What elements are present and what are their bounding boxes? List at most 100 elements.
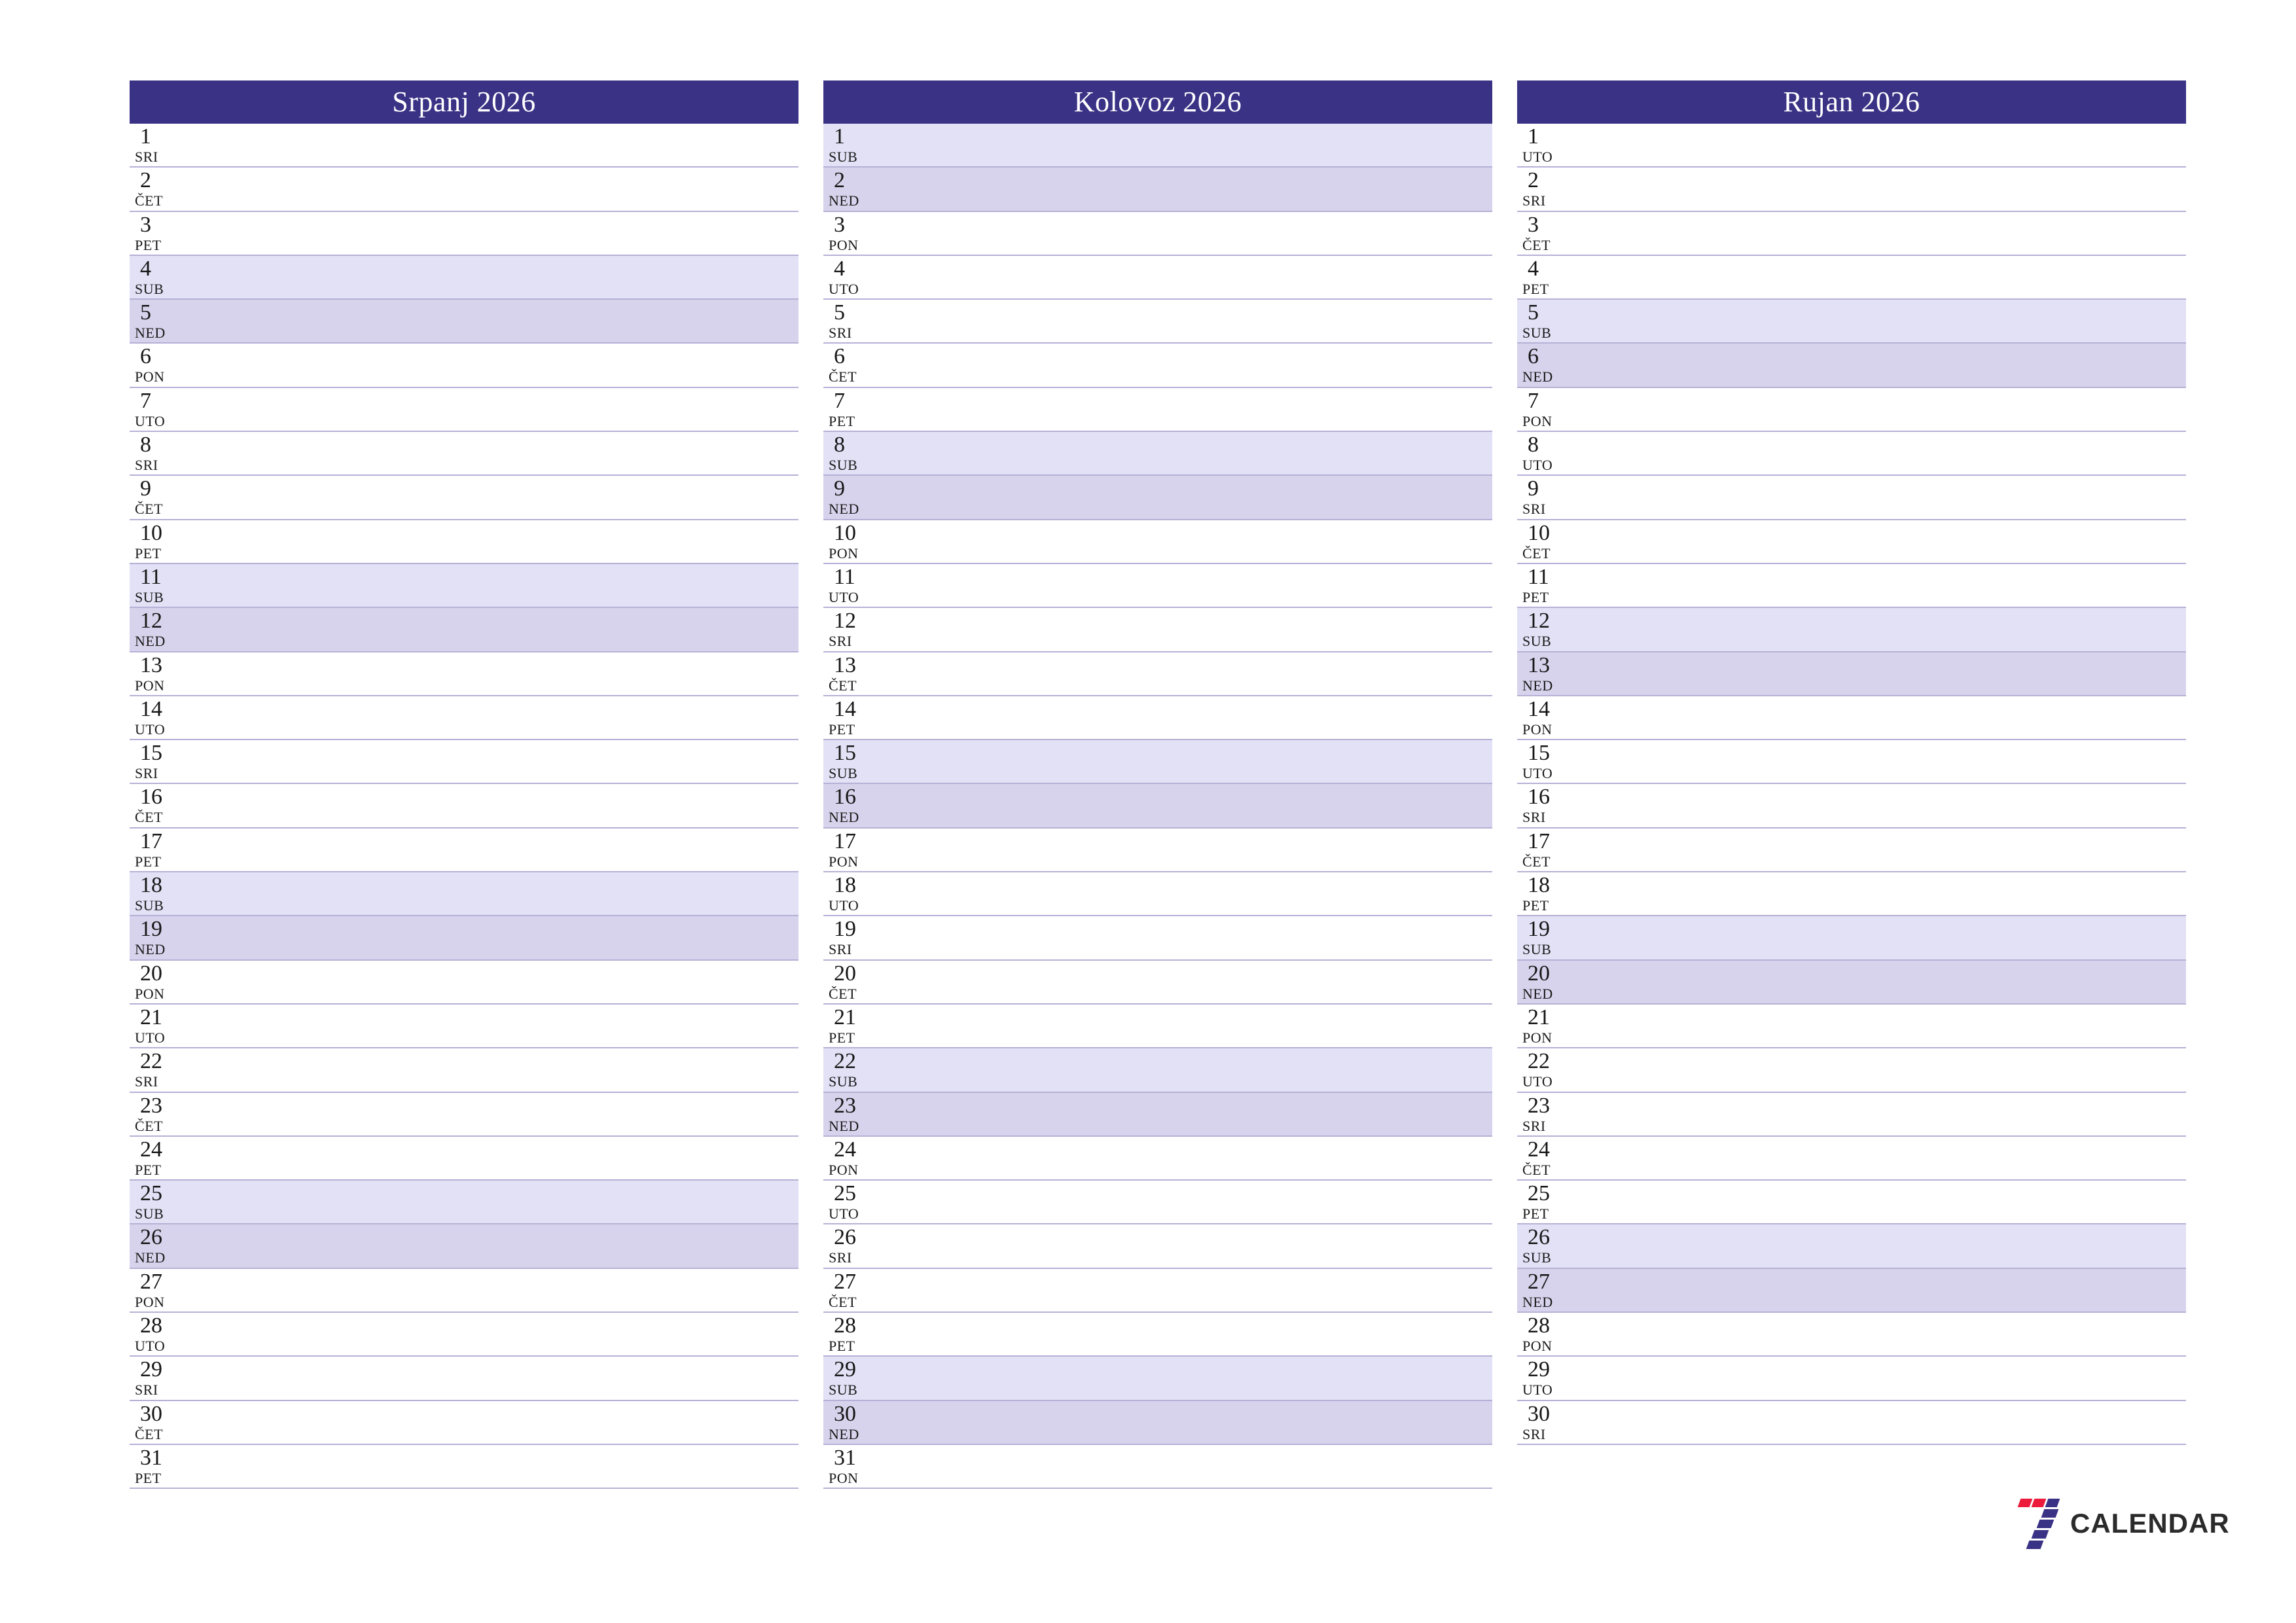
- day-row[interactable]: 5 SRI: [823, 300, 1492, 344]
- day-row[interactable]: 30 NED: [823, 1400, 1492, 1445]
- day-number: 22: [1528, 1049, 1550, 1074]
- day-row[interactable]: 28 PON: [1517, 1313, 2186, 1357]
- month-title: Kolovoz 2026: [823, 80, 1492, 124]
- day-row[interactable]: 13 NED: [1517, 652, 2186, 696]
- day-row[interactable]: 25 SUB: [130, 1181, 798, 1225]
- day-row[interactable]: 17 ČET: [1517, 828, 2186, 873]
- day-row[interactable]: 11 SUB: [130, 563, 798, 609]
- day-row[interactable]: 26 SRI: [823, 1224, 1492, 1269]
- day-row[interactable]: 23 SRI: [1517, 1092, 2186, 1137]
- day-row[interactable]: 19 NED: [130, 916, 798, 961]
- day-row[interactable]: 11 PET: [1517, 563, 2186, 609]
- day-row[interactable]: 19 SRI: [823, 916, 1492, 961]
- day-row[interactable]: 8 UTO: [1517, 432, 2186, 476]
- day-row[interactable]: 29 SUB: [823, 1357, 1492, 1401]
- day-row[interactable]: 1 SRI: [130, 124, 798, 168]
- day-row[interactable]: 4 SUB: [130, 255, 798, 300]
- day-row[interactable]: 26 NED: [130, 1224, 798, 1269]
- day-row[interactable]: 29 SRI: [130, 1357, 798, 1401]
- day-weekday-label: PON: [135, 677, 165, 694]
- day-row[interactable]: 23 ČET: [130, 1092, 798, 1137]
- day-row[interactable]: 8 SRI: [130, 432, 798, 476]
- day-rows: 1 SUB 2 NED 3 PON 4 UTO 5 SRI 6 ČET 7 PET 8 SUB 9 NED 10 PO…: [823, 124, 1492, 1489]
- day-row[interactable]: 31 PON: [823, 1444, 1492, 1489]
- day-row[interactable]: 10 PON: [823, 520, 1492, 564]
- day-row[interactable]: 3 ČET: [1517, 211, 2186, 256]
- day-row[interactable]: 14 PET: [823, 696, 1492, 741]
- day-weekday-label: PET: [135, 1469, 162, 1486]
- day-row[interactable]: 21 PET: [823, 1004, 1492, 1049]
- day-row[interactable]: 2 SRI: [1517, 168, 2186, 212]
- day-row[interactable]: 5 SUB: [1517, 300, 2186, 344]
- day-row[interactable]: 17 PET: [130, 828, 798, 873]
- day-number: 8: [1528, 433, 1539, 457]
- day-row[interactable]: 7 PON: [1517, 387, 2186, 433]
- day-row[interactable]: 16 NED: [823, 784, 1492, 829]
- day-row[interactable]: 30 SRI: [1517, 1400, 2186, 1445]
- day-row[interactable]: 11 UTO: [823, 563, 1492, 609]
- day-row[interactable]: 12 SUB: [1517, 608, 2186, 652]
- day-row[interactable]: 6 NED: [1517, 344, 2186, 388]
- day-row[interactable]: 24 ČET: [1517, 1136, 2186, 1181]
- day-row[interactable]: 2 NED: [823, 168, 1492, 212]
- day-row[interactable]: 31 PET: [130, 1444, 798, 1489]
- day-row[interactable]: 16 ČET: [130, 784, 798, 829]
- day-row[interactable]: 27 NED: [1517, 1268, 2186, 1313]
- day-row[interactable]: 15 UTO: [1517, 740, 2186, 785]
- day-row[interactable]: 27 PON: [130, 1268, 798, 1313]
- day-row[interactable]: 15 SRI: [130, 740, 798, 785]
- day-row[interactable]: 12 SRI: [823, 608, 1492, 652]
- day-row[interactable]: 7 PET: [823, 387, 1492, 433]
- day-row[interactable]: 7 UTO: [130, 387, 798, 433]
- day-row[interactable]: 10 PET: [130, 520, 798, 564]
- day-row[interactable]: 2 ČET: [130, 168, 798, 212]
- day-row[interactable]: 3 PON: [823, 211, 1492, 256]
- day-row[interactable]: 15 SUB: [823, 740, 1492, 785]
- day-row[interactable]: 9 NED: [823, 476, 1492, 520]
- day-row[interactable]: 3 PET: [130, 211, 798, 256]
- day-row[interactable]: 1 UTO: [1517, 124, 2186, 168]
- day-row[interactable]: 14 UTO: [130, 696, 798, 741]
- day-row[interactable]: 20 NED: [1517, 960, 2186, 1005]
- day-row[interactable]: 4 UTO: [823, 255, 1492, 300]
- day-row[interactable]: 20 PON: [130, 960, 798, 1005]
- day-row[interactable]: 22 SRI: [130, 1048, 798, 1093]
- day-row[interactable]: 9 ČET: [130, 476, 798, 520]
- day-row[interactable]: 19 SUB: [1517, 916, 2186, 961]
- day-row[interactable]: 28 UTO: [130, 1313, 798, 1357]
- day-row[interactable]: 5 NED: [130, 300, 798, 344]
- day-number: 16: [834, 785, 856, 810]
- day-row[interactable]: 17 PON: [823, 828, 1492, 873]
- day-row[interactable]: 6 ČET: [823, 344, 1492, 388]
- day-row[interactable]: 30 ČET: [130, 1400, 798, 1445]
- day-row[interactable]: 18 SUB: [130, 872, 798, 917]
- day-row[interactable]: 13 ČET: [823, 652, 1492, 696]
- day-row[interactable]: 28 PET: [823, 1313, 1492, 1357]
- day-row[interactable]: 24 PET: [130, 1136, 798, 1181]
- day-row[interactable]: 18 UTO: [823, 872, 1492, 917]
- day-row[interactable]: 12 NED: [130, 608, 798, 652]
- day-number: 8: [834, 433, 845, 457]
- day-row[interactable]: 4 PET: [1517, 255, 2186, 300]
- day-row[interactable]: 22 SUB: [823, 1048, 1492, 1093]
- day-row[interactable]: 21 PON: [1517, 1004, 2186, 1049]
- day-row[interactable]: 20 ČET: [823, 960, 1492, 1005]
- day-row[interactable]: 25 PET: [1517, 1181, 2186, 1225]
- day-row[interactable]: 25 UTO: [823, 1181, 1492, 1225]
- day-row[interactable]: 10 ČET: [1517, 520, 2186, 564]
- day-row[interactable]: 26 SUB: [1517, 1224, 2186, 1269]
- day-row[interactable]: 14 PON: [1517, 696, 2186, 741]
- day-row[interactable]: 6 PON: [130, 344, 798, 388]
- day-row[interactable]: 18 PET: [1517, 872, 2186, 917]
- day-row[interactable]: 27 ČET: [823, 1268, 1492, 1313]
- day-row[interactable]: 9 SRI: [1517, 476, 2186, 520]
- day-row[interactable]: 22 UTO: [1517, 1048, 2186, 1093]
- day-row[interactable]: 24 PON: [823, 1136, 1492, 1181]
- day-row[interactable]: 13 PON: [130, 652, 798, 696]
- day-row[interactable]: 16 SRI: [1517, 784, 2186, 829]
- day-row[interactable]: 23 NED: [823, 1092, 1492, 1137]
- day-row[interactable]: 29 UTO: [1517, 1357, 2186, 1401]
- day-row[interactable]: 1 SUB: [823, 124, 1492, 168]
- day-row[interactable]: 21 UTO: [130, 1004, 798, 1049]
- day-row[interactable]: 8 SUB: [823, 432, 1492, 476]
